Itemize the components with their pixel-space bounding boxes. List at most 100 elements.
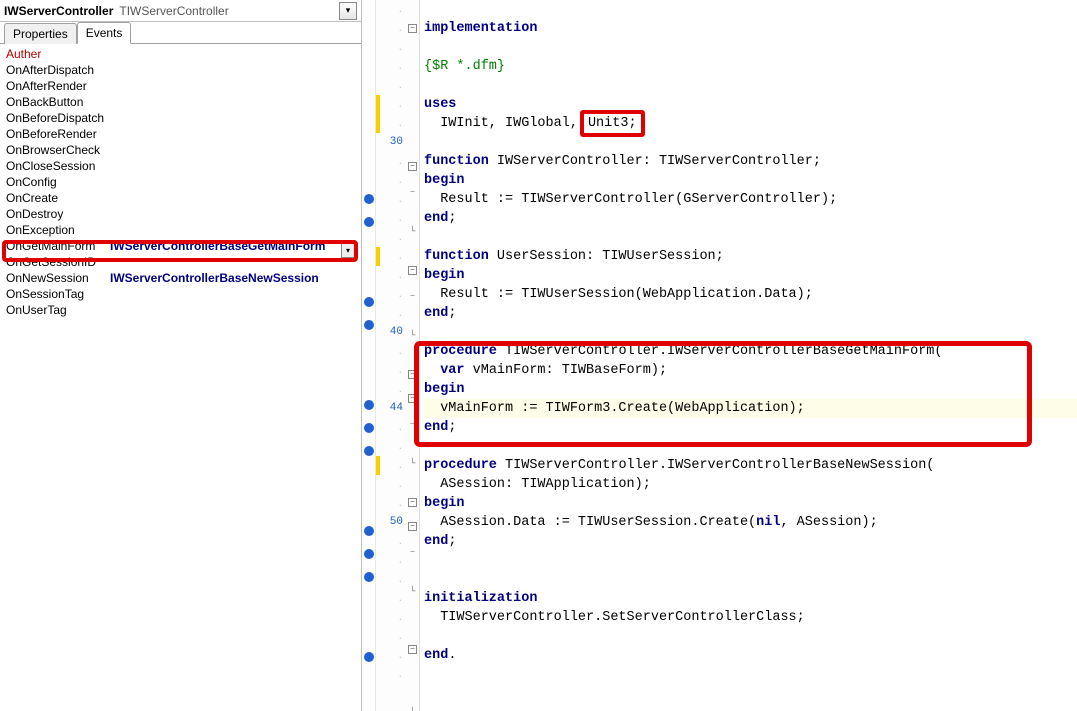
fold-cell[interactable]: − — [406, 24, 419, 43]
gutter-cell[interactable] — [362, 114, 375, 133]
code-line[interactable] — [424, 551, 1077, 570]
event-row[interactable]: OnConfig — [0, 174, 361, 190]
event-value[interactable]: IWServerControllerBaseGetMainForm — [106, 239, 355, 253]
code-line[interactable]: begin — [424, 380, 1077, 399]
gutter-cell[interactable] — [362, 671, 375, 690]
tab-events[interactable]: Events — [77, 22, 132, 44]
gutter-cell[interactable] — [362, 171, 375, 190]
fold-gutter[interactable]: −−–└−–└−−–└−−–└−└ — [406, 0, 420, 711]
code-line[interactable] — [424, 38, 1077, 57]
code-line[interactable]: ASession: TIWApplication); — [424, 475, 1077, 494]
fold-cell[interactable] — [406, 119, 419, 138]
code-line[interactable]: Result := TIWServerController(GServerCon… — [424, 190, 1077, 209]
code-line[interactable] — [424, 627, 1077, 646]
fold-minus-icon[interactable]: − — [408, 498, 417, 507]
fold-minus-icon[interactable]: − — [408, 394, 417, 403]
event-value[interactable]: IWServerControllerBaseNewSession — [106, 271, 355, 285]
code-line[interactable]: end; — [424, 418, 1077, 437]
fold-minus-icon[interactable]: − — [408, 370, 417, 379]
code-line[interactable]: IWInit, IWGlobal,Unit3; — [424, 114, 1077, 133]
event-row[interactable]: OnNewSessionIWServerControllerBaseNewSes… — [0, 270, 361, 286]
gutter-cell[interactable] — [362, 217, 375, 236]
gutter-cell[interactable] — [362, 400, 375, 419]
event-row[interactable]: Auther — [0, 46, 361, 62]
fold-cell[interactable] — [406, 81, 419, 100]
gutter-cell[interactable] — [362, 629, 375, 648]
code-line[interactable]: TIWServerController.SetServerControllerC… — [424, 608, 1077, 627]
fold-cell[interactable] — [406, 306, 419, 325]
event-row[interactable]: OnAfterRender — [0, 78, 361, 94]
code-line[interactable]: begin — [424, 494, 1077, 513]
fold-cell[interactable]: − — [406, 394, 419, 413]
gutter-cell[interactable] — [362, 423, 375, 442]
fold-cell[interactable] — [406, 664, 419, 683]
gutter-cell[interactable] — [362, 572, 375, 591]
event-row[interactable]: OnException — [0, 222, 361, 238]
gutter-cell[interactable] — [362, 484, 375, 503]
code-line[interactable]: begin — [424, 266, 1077, 285]
code-line[interactable] — [424, 133, 1077, 152]
fold-cell[interactable] — [406, 202, 419, 221]
fold-minus-icon[interactable]: − — [408, 522, 417, 531]
fold-cell[interactable] — [406, 100, 419, 119]
event-row[interactable]: OnGetSessionID — [0, 254, 361, 270]
event-row[interactable]: OnDestroy — [0, 206, 361, 222]
code-line[interactable] — [424, 76, 1077, 95]
event-row[interactable]: OnBrowserCheck — [0, 142, 361, 158]
code-line[interactable]: vMainForm := TIWForm3.Create(WebApplicat… — [424, 399, 1077, 418]
gutter-cell[interactable] — [362, 255, 375, 274]
code-line[interactable] — [424, 228, 1077, 247]
code-line[interactable]: begin — [424, 171, 1077, 190]
fold-minus-icon[interactable]: − — [408, 645, 417, 654]
fold-cell[interactable] — [406, 346, 419, 365]
gutter-cell[interactable] — [362, 76, 375, 95]
code-line[interactable] — [424, 437, 1077, 456]
fold-cell[interactable]: − — [406, 522, 419, 541]
gutter-cell[interactable] — [362, 652, 375, 671]
code-line[interactable]: ASession.Data := TIWUserSession.Create(n… — [424, 513, 1077, 532]
object-dropdown[interactable]: ▾ — [339, 2, 357, 20]
gutter-cell[interactable] — [362, 236, 375, 255]
event-row[interactable]: OnBackButton — [0, 94, 361, 110]
fold-cell[interactable] — [406, 62, 419, 81]
code-editor[interactable]: ·······30·········40···44·····50········… — [362, 0, 1077, 711]
code-line[interactable]: function UserSession: TIWUserSession; — [424, 247, 1077, 266]
code-area[interactable]: implementation{$R *.dfm}uses IWInit, IWG… — [420, 0, 1077, 711]
code-line[interactable]: end; — [424, 209, 1077, 228]
fold-cell[interactable]: − — [406, 370, 419, 389]
fold-cell[interactable]: └ — [406, 704, 419, 711]
fold-minus-icon[interactable]: − — [408, 266, 417, 275]
fold-cell[interactable]: └ — [406, 455, 419, 474]
event-row[interactable]: OnCloseSession — [0, 158, 361, 174]
event-value-dropdown[interactable]: ▾ — [341, 242, 355, 258]
gutter-cell[interactable] — [362, 446, 375, 465]
fold-cell[interactable]: − — [406, 162, 419, 181]
gutter-cell[interactable] — [362, 0, 375, 19]
code-line[interactable]: var vMainForm: TIWBaseForm); — [424, 361, 1077, 380]
fold-cell[interactable] — [406, 242, 419, 261]
gutter-cell[interactable] — [362, 690, 375, 709]
code-line[interactable] — [424, 323, 1077, 342]
event-row[interactable]: OnBeforeDispatch — [0, 110, 361, 126]
event-row[interactable]: OnBeforeRender — [0, 126, 361, 142]
code-line[interactable]: end; — [424, 532, 1077, 551]
fold-cell[interactable]: └ — [406, 223, 419, 242]
fold-minus-icon[interactable]: − — [408, 162, 417, 171]
code-line[interactable]: {$R *.dfm} — [424, 57, 1077, 76]
gutter-cell[interactable] — [362, 57, 375, 76]
gutter-cell[interactable] — [362, 610, 375, 629]
code-line[interactable]: Result := TIWUserSession(WebApplication.… — [424, 285, 1077, 304]
code-line[interactable] — [424, 570, 1077, 589]
fold-cell[interactable] — [406, 474, 419, 493]
gutter-cell[interactable] — [362, 591, 375, 610]
fold-cell[interactable] — [406, 434, 419, 453]
gutter-cell[interactable] — [362, 549, 375, 568]
fold-cell[interactable]: − — [406, 266, 419, 285]
code-line[interactable]: implementation — [424, 19, 1077, 38]
code-line[interactable]: function IWServerController: TIWServerCo… — [424, 152, 1077, 171]
fold-cell[interactable] — [406, 43, 419, 62]
gutter-cell[interactable] — [362, 377, 375, 396]
fold-cell[interactable] — [406, 621, 419, 640]
gutter-cell[interactable] — [362, 19, 375, 38]
fold-minus-icon[interactable]: − — [408, 24, 417, 33]
